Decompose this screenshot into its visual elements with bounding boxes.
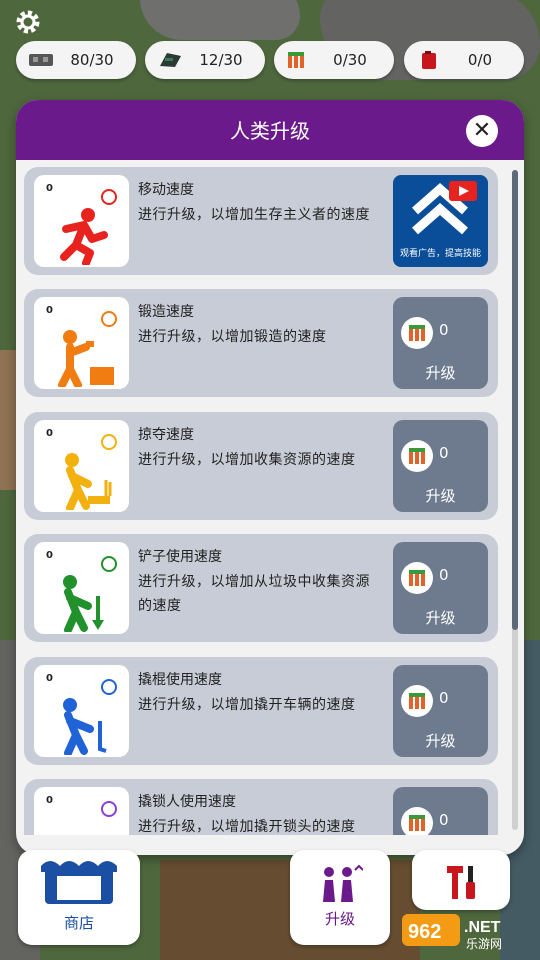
settings-button[interactable] [14,8,42,36]
upgrade-desc: 进行升级，以增加生存主义者的速度 [138,207,370,223]
upgrade-item-loot-speed: 0 掠夺速度 进行升级，以增加收集资源的速度 0 升级 [24,412,498,520]
upgrade-name: 铲子使用速度 [138,549,222,565]
upgrade-button[interactable]: 0 升级 [393,297,488,389]
carrot-icon [401,685,433,717]
upgrade-name: 撬棍使用速度 [138,672,222,688]
resource-carrot-value: 0/30 [333,51,367,69]
upgrade-cost: 0 [439,689,449,707]
looting-person-icon [65,453,112,510]
upgrade-dialog: 人类升级 ✕ 0 移动速度 进行升级，以增加生存主义者的速度 观看广告，提高技能… [16,100,524,855]
nav-shop[interactable]: 商店 [18,850,140,945]
upgrade-cost: 0 [439,566,449,584]
gear-icon [16,10,40,34]
upgrade-label: 升级 [425,732,456,750]
nav-upgrade[interactable]: 升级 [290,850,390,945]
timer-icon [101,189,117,205]
ad-label: 观看广告，提高技能 [399,249,481,259]
nav-tools[interactable] [412,850,510,910]
level-label: 0 [46,795,53,806]
upgrade-cost: 0 [439,811,449,829]
crowbar-person-icon [63,698,107,755]
upgrade-button[interactable]: 0 升级 [393,665,488,757]
upgrade-icon-box: 0 [34,420,129,512]
level-label: 0 [46,183,53,194]
upgrade-name: 撬锁人使用速度 [138,794,236,810]
carrot-icon [401,807,433,835]
timer-icon [101,311,117,327]
upgrade-icon-box: 0 [34,542,129,634]
nav-upgrade-label: 升级 [324,910,355,928]
running-person-icon [60,208,108,265]
upgrade-item-lockpick-speed: 0 撬锁人使用速度 进行升级，以增加撬开锁头的速度 0 升级 [24,779,498,835]
upgrade-name: 掠夺速度 [138,427,194,443]
fuel-can-icon [422,51,436,69]
level-label: 0 [46,550,53,561]
upgrade-desc: 进行升级，以增加锻造的速度 [138,329,327,345]
upgrade-desc: 进行升级，以增加收集资源的速度 [138,452,356,468]
svg-text:.NET: .NET [464,919,501,936]
upgrade-item-crowbar-speed: 0 撬棍使用速度 进行升级，以增加撬开车辆的速度 0 升级 [24,657,498,765]
people-icon [323,864,363,902]
nav-shop-label: 商店 [63,914,94,932]
tools-icon [447,866,475,899]
upgrade-label: 升级 [425,609,456,627]
upgrade-item-move-speed: 0 移动速度 进行升级，以增加生存主义者的速度 观看广告，提高技能 [24,167,498,275]
carrot-icon [401,317,433,349]
upgrade-label: 升级 [425,364,456,382]
resource-carrot: 0/30 [274,41,394,79]
resource-scrap-value: 12/30 [199,51,243,69]
timer-icon [101,434,117,450]
upgrade-cost: 0 [439,444,449,462]
upgrade-desc: 进行升级，以增加撬开锁头的速度 [138,819,356,835]
upgrade-icon-box: 0 [34,297,129,389]
carrot-icon [288,52,304,68]
level-label: 0 [46,305,53,316]
lockpick-person-icon [46,817,116,835]
stone-icon [29,54,53,66]
timer-icon [101,679,117,695]
level-label: 0 [46,428,53,439]
carrot-icon [401,440,433,472]
shovel-person-icon [63,575,104,632]
resource-stone-value: 80/30 [70,51,114,69]
watch-ad-button[interactable]: 观看广告，提高技能 [393,175,488,267]
svg-text:962: 962 [408,921,441,943]
dialog-header: 人类升级 ✕ [16,100,524,160]
upgrade-icon-box: 0 [34,787,129,835]
forging-person-icon [58,330,114,387]
upgrade-desc: 进行升级，以增加从垃圾中收集资源的速度 [138,574,370,614]
scrollbar-thumb[interactable] [512,170,518,630]
upgrade-name: 移动速度 [138,182,194,198]
upgrade-item-shovel-speed: 0 铲子使用速度 进行升级，以增加从垃圾中收集资源的速度 0 升级 [24,534,498,642]
upgrade-item-forge-speed: 0 锻造速度 进行升级，以增加锻造的速度 0 升级 [24,289,498,397]
resource-scrap: 12/30 [145,41,265,79]
close-button[interactable]: ✕ [466,115,498,147]
upgrade-button[interactable]: 0 升级 [393,787,488,835]
upgrade-button[interactable]: 0 升级 [393,542,488,634]
carrot-icon [401,562,433,594]
close-icon: ✕ [472,118,492,143]
upgrade-desc: 进行升级，以增加撬开车辆的速度 [138,697,356,713]
upgrade-label: 升级 [425,487,456,505]
timer-icon [101,801,117,817]
scrap-icon [160,53,181,67]
resource-stone: 80/30 [16,41,136,79]
timer-icon [101,556,117,572]
upgrade-name: 锻造速度 [138,304,194,320]
upgrade-cost: 0 [439,321,449,339]
svg-text:乐游网: 乐游网 [466,937,502,951]
level-label: 0 [46,673,53,684]
upgrade-icon-box: 0 [34,665,129,757]
dialog-title: 人类升级 [230,119,310,143]
shop-icon [41,861,117,904]
watermark-logo: 962 .NET 乐游网 [402,908,532,952]
upgrade-list[interactable]: 0 移动速度 进行升级，以增加生存主义者的速度 观看广告，提高技能 0 锻造速度… [24,167,506,835]
double-chevron-up-icon [412,181,477,235]
resource-fuel-value: 0/0 [467,51,493,69]
upgrade-button[interactable]: 0 升级 [393,420,488,512]
upgrade-icon-box: 0 [34,175,129,267]
resource-fuel: 0/0 [404,41,524,79]
